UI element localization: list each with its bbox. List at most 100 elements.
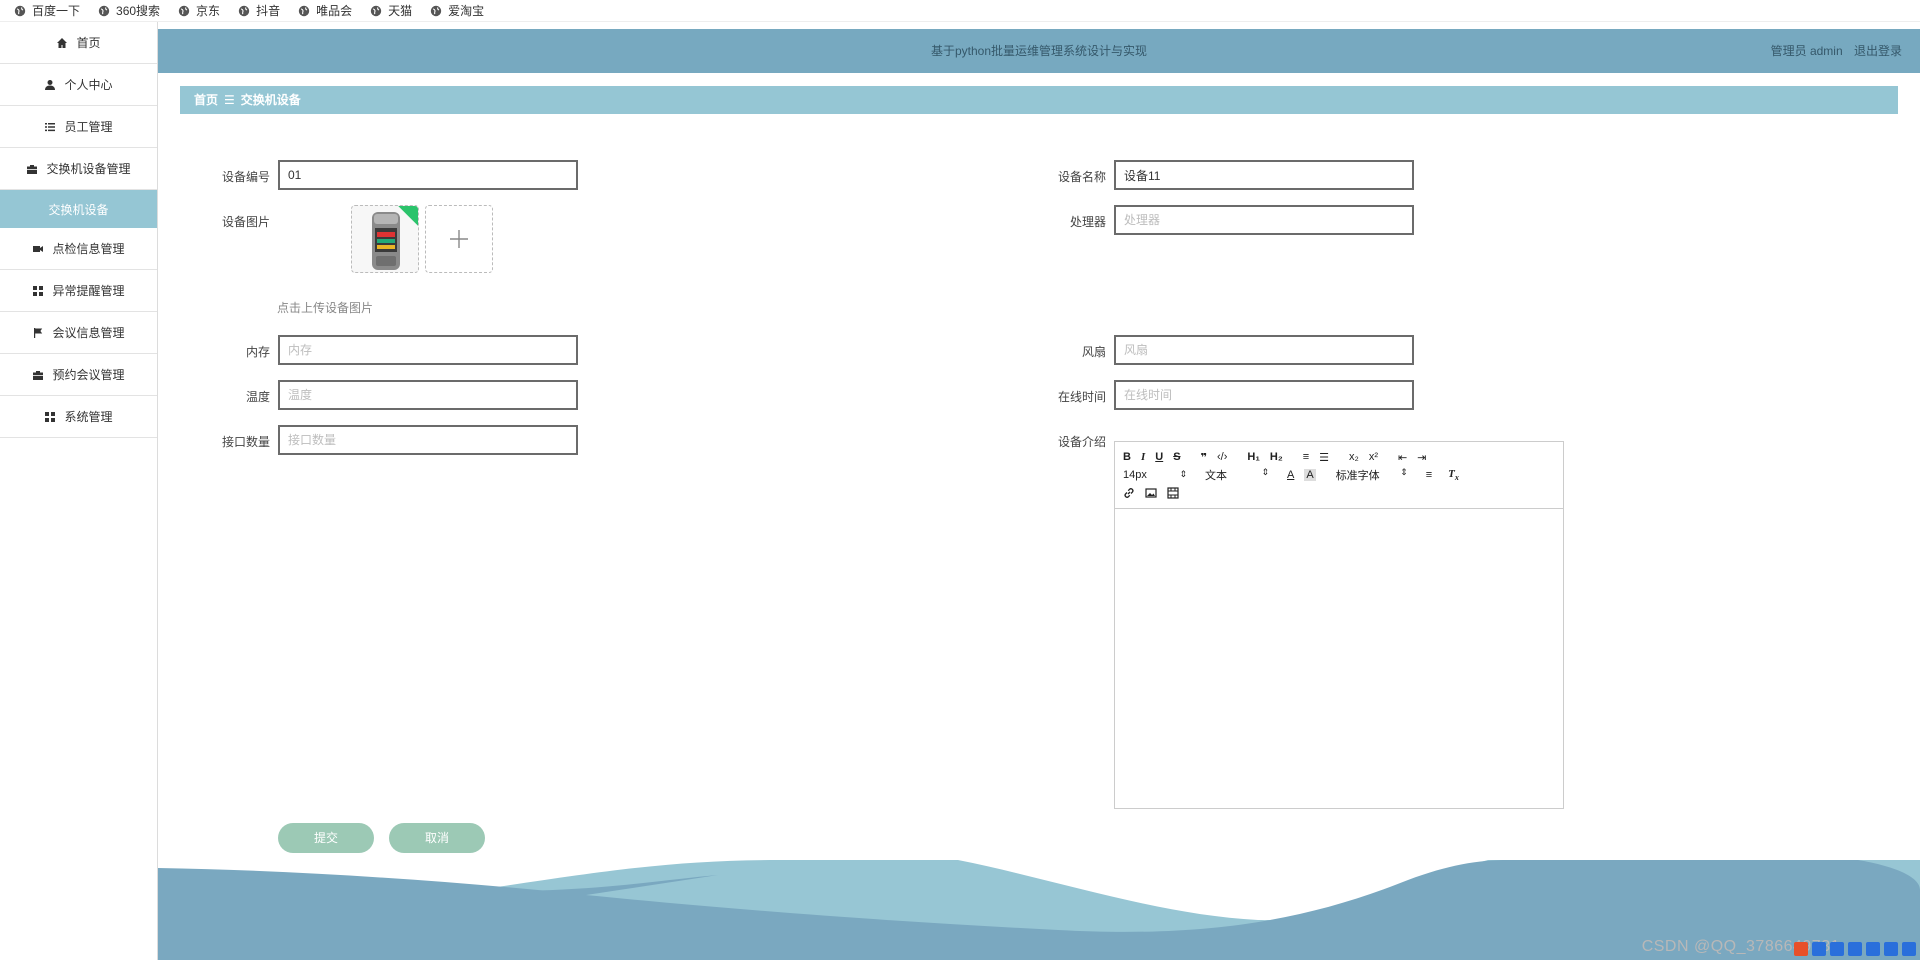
- sidebar-item-profile[interactable]: 个人中心: [0, 64, 157, 106]
- indent-button[interactable]: ⇥: [1417, 451, 1426, 464]
- editor-toolbar: B I U S ❞ ‹/› H₁ H₂ ≡ ☰ x₂ x² ⇤ ⇥ 14px ⇕ …: [1115, 442, 1563, 509]
- globe-icon: [14, 5, 26, 16]
- temperature-label: 温度: [245, 390, 270, 404]
- font-select[interactable]: 标准字体 ⇕: [1336, 467, 1408, 483]
- size-select-value: 14px: [1123, 469, 1147, 481]
- breadcrumb: 首页 ☰ 交换机设备: [180, 86, 1898, 114]
- grid-icon: [45, 411, 56, 422]
- briefcase-icon: [27, 164, 38, 174]
- port-count-input[interactable]: [278, 425, 578, 455]
- sidebar-item-meeting[interactable]: 会议信息管理: [0, 312, 157, 354]
- sidebar-item-home[interactable]: 首页: [0, 22, 157, 64]
- italic-button[interactable]: I: [1141, 451, 1145, 463]
- breadcrumb-current: 交换机设备: [240, 93, 301, 107]
- bold-button[interactable]: B: [1123, 451, 1131, 463]
- bullet-list-button[interactable]: ☰: [1319, 451, 1329, 464]
- header-select-value: 文本: [1205, 470, 1227, 482]
- subscript-button[interactable]: x₂: [1349, 451, 1359, 463]
- sidebar-item-label: 预约会议管理: [52, 368, 125, 382]
- temperature-input[interactable]: [278, 380, 578, 410]
- intro-label: 设备介绍: [1057, 435, 1106, 449]
- port-count-label: 接口数量: [221, 435, 270, 449]
- align-icon[interactable]: ≡: [1426, 469, 1432, 481]
- sidebar-item-label: 异常提醒管理: [52, 284, 125, 298]
- rich-text-editor: B I U S ❞ ‹/› H₁ H₂ ≡ ☰ x₂ x² ⇤ ⇥ 14px ⇕ …: [1114, 441, 1564, 809]
- bookmark-tmall[interactable]: 天猫: [370, 2, 412, 19]
- grid-icon: [1902, 942, 1916, 956]
- sidebar: 首页 个人中心 员工管理 交换机设备管理 交换机设备 点检信息管理 异常提醒管理…: [0, 22, 158, 960]
- bookmark-label: 爱淘宝: [448, 4, 485, 18]
- device-name-input[interactable]: [1114, 160, 1414, 190]
- strike-button[interactable]: S: [1173, 451, 1180, 463]
- clean-format-icon[interactable]: Tx: [1448, 468, 1459, 482]
- submit-button[interactable]: 提交: [278, 823, 374, 853]
- bookmark-douyin[interactable]: 抖音: [238, 2, 280, 19]
- page: 百度一下 360搜索 京东 抖音 唯品会 天猫 爱淘宝 首页 个人中心 员工管理…: [0, 0, 1920, 960]
- device-no-input[interactable]: [278, 160, 578, 190]
- bookmark-jd[interactable]: 京东: [178, 2, 220, 19]
- top-header: 基于python批量运维管理系统设计与实现 管理员 admin 退出登录: [158, 29, 1920, 73]
- header-select[interactable]: 文本 ⇕: [1205, 467, 1269, 483]
- processor-input[interactable]: [1114, 205, 1414, 235]
- keyboard-icon: [1866, 942, 1880, 956]
- header1-button[interactable]: H₁: [1247, 451, 1260, 463]
- sidebar-item-booking[interactable]: 预约会议管理: [0, 354, 157, 396]
- briefcase-icon: [33, 370, 44, 380]
- editor-content-area[interactable]: [1115, 509, 1563, 807]
- superscript-button[interactable]: x²: [1369, 451, 1378, 463]
- device-image-thumbnail[interactable]: [351, 205, 419, 273]
- ime-toolbar: [1794, 940, 1916, 958]
- sidebar-item-label: 会议信息管理: [52, 326, 125, 340]
- link-icon[interactable]: [1123, 487, 1135, 499]
- logout-link[interactable]: 退出登录: [1854, 44, 1902, 58]
- image-icon[interactable]: [1145, 487, 1157, 499]
- sidebar-subitem-switch-device[interactable]: 交换机设备: [0, 190, 157, 228]
- device-no-label: 设备编号: [221, 170, 270, 184]
- bookmark-baidu[interactable]: 百度一下: [14, 2, 80, 19]
- fan-input[interactable]: [1114, 335, 1414, 365]
- font-color-button[interactable]: A: [1287, 469, 1294, 481]
- cancel-button[interactable]: 取消: [389, 823, 485, 853]
- grid-icon: [33, 285, 44, 296]
- header2-button[interactable]: H₂: [1270, 451, 1283, 463]
- ordered-list-button[interactable]: ≡: [1303, 451, 1309, 463]
- sidebar-item-system[interactable]: 系统管理: [0, 396, 157, 438]
- toolbar-row: 14px ⇕ 文本 ⇕ A A 标准字体 ⇕ ≡ Tx: [1123, 466, 1555, 484]
- bookmark-vip[interactable]: 唯品会: [298, 2, 352, 19]
- globe-icon: [178, 5, 190, 16]
- breadcrumb-home[interactable]: 首页: [194, 93, 218, 107]
- code-block-button[interactable]: ‹/›: [1217, 451, 1227, 463]
- sidebar-item-alert[interactable]: 异常提醒管理: [0, 270, 157, 312]
- size-select[interactable]: 14px ⇕: [1123, 469, 1187, 481]
- bookmark-label: 天猫: [388, 4, 413, 18]
- outdent-button[interactable]: ⇤: [1398, 451, 1407, 464]
- home-icon: [57, 37, 68, 48]
- globe-icon: [370, 5, 382, 16]
- globe-icon: [298, 5, 310, 16]
- video-icon: [33, 245, 44, 252]
- online-time-input[interactable]: [1114, 380, 1414, 410]
- underline-button[interactable]: U: [1155, 451, 1163, 463]
- upload-hint: 点击上传设备图片: [277, 301, 374, 315]
- bookmark-label: 百度一下: [32, 4, 81, 18]
- sidebar-item-switch-mgmt[interactable]: 交换机设备管理: [0, 148, 157, 190]
- font-select-value: 标准字体: [1335, 470, 1380, 482]
- sidebar-item-staff[interactable]: 员工管理: [0, 106, 157, 148]
- app-title: 基于python批量运维管理系统设计与实现: [930, 44, 1148, 58]
- bookmark-aitaobao[interactable]: 爱淘宝: [430, 2, 484, 19]
- sidebar-item-label: 交换机设备: [48, 202, 109, 217]
- select-arrow-icon: ⇕: [1400, 467, 1408, 477]
- select-arrow-icon: ⇕: [1261, 467, 1269, 477]
- sidebar-item-label: 个人中心: [64, 78, 113, 92]
- sidebar-item-inspection[interactable]: 点检信息管理: [0, 228, 157, 270]
- sogou-icon: [1794, 942, 1808, 956]
- blockquote-button[interactable]: ❞: [1201, 451, 1207, 464]
- sidebar-item-label: 员工管理: [64, 120, 113, 134]
- select-arrow-icon: ⇕: [1179, 469, 1187, 479]
- video-icon[interactable]: [1167, 487, 1179, 499]
- punctuation-icon: [1830, 942, 1844, 956]
- memory-input[interactable]: [278, 335, 578, 365]
- image-upload-button[interactable]: [425, 205, 493, 273]
- bookmark-360[interactable]: 360搜索: [98, 2, 160, 19]
- background-color-button[interactable]: A: [1304, 469, 1316, 481]
